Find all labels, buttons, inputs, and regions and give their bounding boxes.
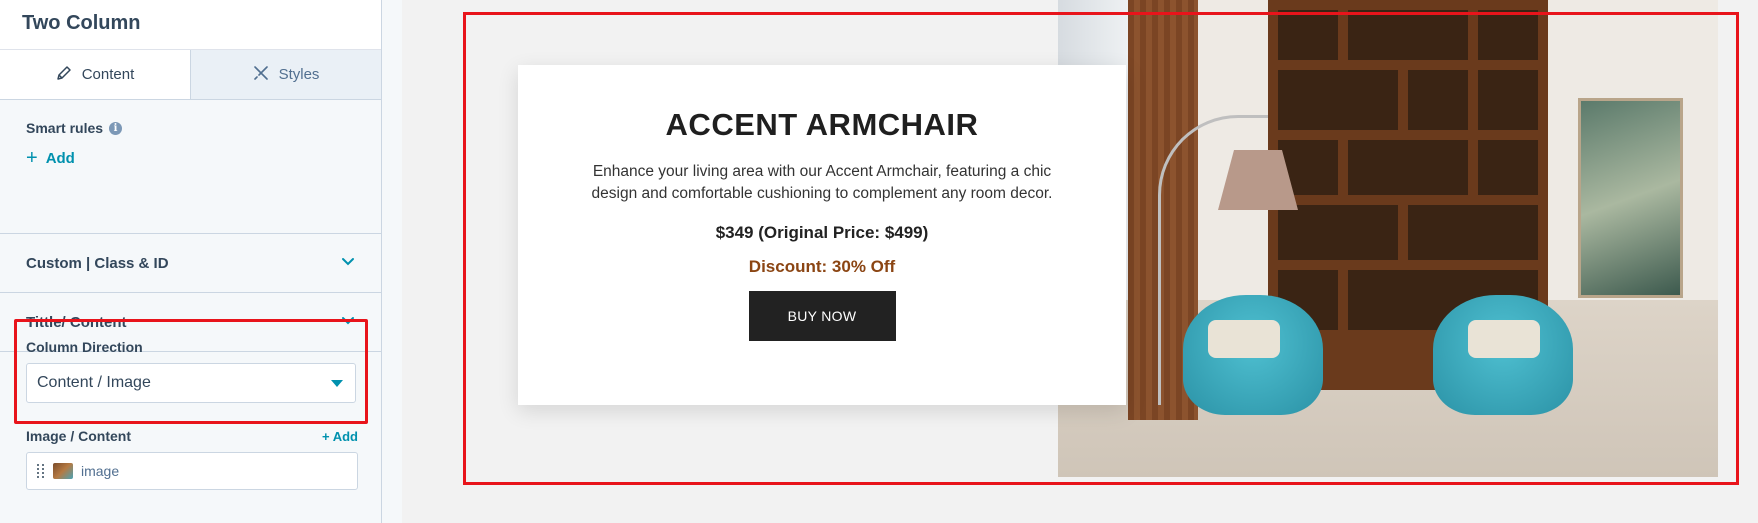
column-direction-field: Column Direction Content / Image bbox=[14, 319, 368, 424]
image-content-label: Image / Content bbox=[26, 428, 132, 444]
image-content-field: Image / Content + Add image bbox=[26, 428, 358, 490]
smart-rules-label: Smart rules bbox=[26, 120, 104, 136]
smart-rules-section: Smart rules i + Add bbox=[0, 100, 381, 234]
add-image-content-button[interactable]: + Add bbox=[322, 429, 358, 444]
panel-title: Two Column bbox=[22, 12, 141, 34]
selected-module-outline bbox=[463, 12, 1739, 485]
chevron-down-icon bbox=[341, 254, 355, 272]
tab-styles[interactable]: Styles bbox=[191, 50, 381, 99]
brush-icon bbox=[253, 65, 269, 85]
info-icon[interactable]: i bbox=[109, 121, 123, 135]
module-editor-panel: Two Column Content Styles Smart rules i … bbox=[0, 0, 382, 523]
tab-styles-label: Styles bbox=[278, 66, 320, 83]
tab-content[interactable]: Content bbox=[0, 50, 191, 99]
column-direction-label: Column Direction bbox=[26, 339, 143, 355]
drag-handle-icon[interactable] bbox=[37, 464, 45, 478]
column-direction-value: Content / Image bbox=[37, 374, 151, 391]
pencil-icon bbox=[56, 65, 72, 85]
add-smart-rule-label: Add bbox=[45, 149, 75, 167]
panel-header: Two Column bbox=[0, 0, 381, 50]
accordion-custom-class-id-label: Custom | Class & ID bbox=[26, 254, 169, 272]
accordion-custom-class-id[interactable]: Custom | Class & ID bbox=[0, 234, 381, 293]
image-content-item-label: image bbox=[81, 463, 120, 479]
editor-tabs: Content Styles bbox=[0, 50, 381, 100]
image-content-item[interactable]: image bbox=[26, 452, 358, 490]
image-thumbnail bbox=[53, 463, 73, 479]
add-smart-rule-button[interactable]: + Add bbox=[26, 148, 75, 168]
caret-down-icon bbox=[331, 379, 343, 387]
tab-content-label: Content bbox=[81, 66, 135, 83]
column-direction-select[interactable]: Content / Image bbox=[26, 363, 356, 403]
plus-icon: + bbox=[26, 147, 38, 169]
